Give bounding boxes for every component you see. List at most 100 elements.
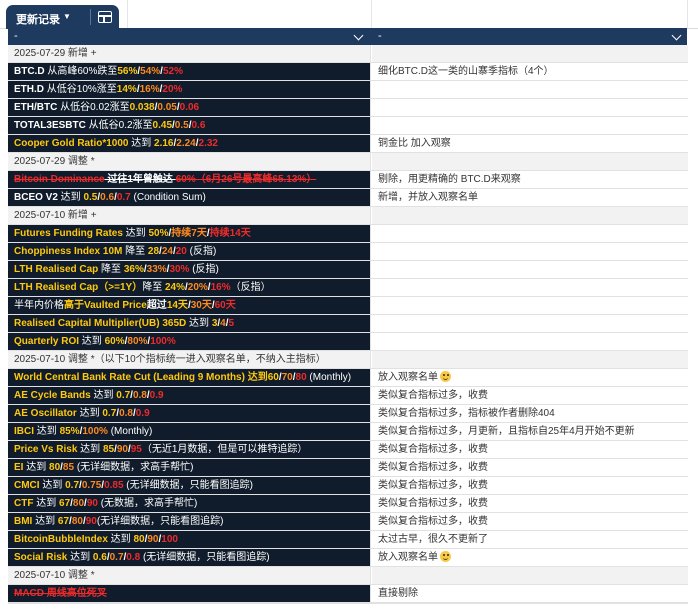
indicator-cell[interactable]: BTC.D 从高峰60%跌至56%/54%/52% [8,63,370,80]
indicator-cell[interactable]: Futures Funding Rates 达到 50%/持续7天/持续14天 [8,225,370,242]
indicator-cell[interactable]: ETH.D 从低谷10%涨至14%/16%/20% [8,81,370,98]
note-cell[interactable]: 类似复合指标过多，收费 [372,441,688,458]
note-cell[interactable]: 类似复合指标过多，指标被作者删除404 [372,405,688,422]
section-row[interactable]: 2025-07-10 新增 + [8,207,688,225]
indicator-cell[interactable]: 半年内价格高于Vaulted Price超过14天/30天/60天 [8,297,370,314]
indicator-cell[interactable]: TOTAL3ESBTC 从低谷0.2涨至0.45/0.5/0.6 [8,117,370,134]
note-cell[interactable] [372,261,688,278]
table-row[interactable]: Cooper Gold Ratio*1000 达到 2.16/2.24/2.32… [8,135,688,153]
filter-cell-col2[interactable]: - [372,28,688,45]
note-cell[interactable]: 类似复合指标过多，收费 [372,477,688,494]
indicator-cell[interactable]: Bitcoin Dominance 过往1年曾触达 60%（6月26号最高峰65… [8,171,370,188]
table-row[interactable]: BTC.D 从高峰60%跌至56%/54%/52% 细化BTC.D这一类的山寨季指… [8,63,688,81]
note-cell[interactable] [372,45,688,62]
note-cell[interactable] [372,117,688,134]
table-row[interactable]: Social Risk 达到 0.6/0.7/0.8 (无详细数据，只能看图追踪… [8,549,688,567]
note-cell[interactable]: 类似复合指标过多，收费 [372,459,688,476]
note-cell[interactable]: 类似复合指标过多，收费 [372,513,688,530]
note-cell[interactable]: 剔除，用更精确的 BTC.D来观察 [372,171,688,188]
table-icon[interactable] [98,11,112,23]
note-cell[interactable]: 直接剔除 [372,585,688,602]
indicator-cell[interactable]: LTH Realised Cap 降至 36%/33%/30% (反指) [8,261,370,278]
note-cell[interactable] [372,225,688,242]
note-cell[interactable] [372,567,688,584]
indicator-cell[interactable]: BitcoinBubbleIndex 达到 80/90/100 [8,531,370,548]
section-header-cell[interactable]: 2025-07-29 新增 + [8,45,370,62]
table-row[interactable]: CMCI 达到 0.7/0.75/0.85 (无详细数据，只能看图追踪) 类似复合… [8,477,688,495]
chevron-down-icon[interactable] [353,30,364,41]
note-cell[interactable]: 放入观察名单 [372,549,688,566]
caret-down-icon[interactable]: ▼ [63,12,71,21]
table-row[interactable]: BitcoinBubbleIndex 达到 80/90/100 太过古早，很久不更… [8,531,688,549]
indicator-cell[interactable]: Choppiness Index 10M 降至 28/24/20 (反指) [8,243,370,260]
indicator-cell[interactable]: LTH Realised Cap（>=1Y）降至 24%/20%/16%（反指） [8,279,370,296]
sheet-tab-update-log[interactable]: 更新记录 ▼ [6,5,119,29]
note-cell[interactable]: 新增，并放入观察名单 [372,189,688,206]
note-cell[interactable]: 类似复合指标过多，月更新，且指标自25年4月开始不更新 [372,423,688,440]
table-row[interactable]: ETH.D 从低谷10%涨至14%/16%/20% [8,81,688,99]
section-header-cell[interactable]: 2025-07-10 调整 * [8,567,370,584]
indicator-cell[interactable]: BMI 达到 67/80/90(无详细数据，只能看图追踪) [8,513,370,530]
table-row[interactable]: Futures Funding Rates 达到 50%/持续7天/持续14天 [8,225,688,243]
section-header-cell[interactable]: 2025-07-29 调整 * [8,153,370,170]
indicator-cell[interactable]: CTF 达到 67/80/90 (无数据，求高手帮忙) [8,495,370,512]
section-row[interactable]: 2025-07-29 新增 + [8,45,688,63]
note-cell[interactable] [372,81,688,98]
table-row[interactable]: EI 达到 80/85 (无详细数据，求高手帮忙) 类似复合指标过多，收费 [8,459,688,477]
indicator-cell[interactable]: MACD 周线高位死叉 [8,585,370,602]
indicator-cell[interactable]: ETH/BTC 从低谷0.02涨至0.038/0.05/0.06 [8,99,370,116]
table-row[interactable]: ETH/BTC 从低谷0.02涨至0.038/0.05/0.06 [8,99,688,117]
indicator-cell[interactable]: CMCI 达到 0.7/0.75/0.85 (无详细数据，只能看图追踪) [8,477,370,494]
table-row[interactable]: BCEO V2 达到 0.5/0.6/0.7 (Condition Sum) 新增… [8,189,688,207]
table-row[interactable]: Quarterly ROI 达到 60%/80%/100% [8,333,688,351]
indicator-cell[interactable]: EI 达到 80/85 (无详细数据，求高手帮忙) [8,459,370,476]
indicator-cell[interactable]: Social Risk 达到 0.6/0.7/0.8 (无详细数据，只能看图追踪… [8,549,370,566]
indicator-cell[interactable]: Cooper Gold Ratio*1000 达到 2.16/2.24/2.32 [8,135,370,152]
indicator-cell[interactable]: World Central Bank Rate Cut (Leading 9 M… [8,369,370,386]
note-cell[interactable] [372,207,688,224]
table-row[interactable]: CTF 达到 67/80/90 (无数据，求高手帮忙) 类似复合指标过多，收费 [8,495,688,513]
table-row[interactable]: AE Oscillator 达到 0.7/0.8/0.9 类似复合指标过多，指标被… [8,405,688,423]
note-cell[interactable] [372,243,688,260]
table-row[interactable]: Price Vs Risk 达到 85/90/95（无近1月数据，但是可以推特追… [8,441,688,459]
note-cell[interactable]: 细化BTC.D这一类的山寨季指标（4个） [372,63,688,80]
note-cell[interactable]: 铜金比 加入观察 [372,135,688,152]
note-cell[interactable]: 类似复合指标过多，收费 [372,387,688,404]
note-cell[interactable] [372,297,688,314]
table-row[interactable]: Bitcoin Dominance 过往1年曾触达 60%（6月26号最高峰65… [8,171,688,189]
table-row[interactable]: BMI 达到 67/80/90(无详细数据，只能看图追踪) 类似复合指标过多，收费 [8,513,688,531]
note-cell[interactable]: 类似复合指标过多，收费 [372,495,688,512]
section-header-cell[interactable]: 2025-07-10 新增 + [8,207,370,224]
table-row[interactable]: AE Cycle Bands 达到 0.7/0.8/0.9 类似复合指标过多，收费 [8,387,688,405]
filter-cell-col1[interactable]: - [8,28,370,45]
table-row[interactable]: LTH Realised Cap 降至 36%/33%/30% (反指) [8,261,688,279]
note-cell[interactable] [372,153,688,170]
table-row[interactable]: 半年内价格高于Vaulted Price超过14天/30天/60天 [8,297,688,315]
note-cell[interactable] [372,351,688,368]
section-row[interactable]: 2025-07-29 调整 * [8,153,688,171]
table-row[interactable]: TOTAL3ESBTC 从低谷0.2涨至0.45/0.5/0.6 [8,117,688,135]
table-row[interactable]: Realised Capital Multiplier(UB) 365D 达到 … [8,315,688,333]
table-row[interactable]: IBCI 达到 85%/100% (Monthly) 类似复合指标过多，月更新，且… [8,423,688,441]
table-row[interactable]: World Central Bank Rate Cut (Leading 9 M… [8,369,688,387]
indicator-cell[interactable]: AE Cycle Bands 达到 0.7/0.8/0.9 [8,387,370,404]
note-cell[interactable] [372,315,688,332]
indicator-cell[interactable]: Quarterly ROI 达到 60%/80%/100% [8,333,370,350]
section-header-cell[interactable]: 2025-07-10 调整 *（以下10个指标统一进入观察名单，不纳入主指标） [8,351,370,368]
note-cell[interactable] [372,279,688,296]
note-cell[interactable]: 太过古早，很久不更新了 [372,531,688,548]
indicator-cell[interactable]: BCEO V2 达到 0.5/0.6/0.7 (Condition Sum) [8,189,370,206]
table-row[interactable]: MACD 周线高位死叉 直接剔除 [8,585,688,603]
indicator-cell[interactable]: Realised Capital Multiplier(UB) 365D 达到 … [8,315,370,332]
table-row[interactable]: LTH Realised Cap（>=1Y）降至 24%/20%/16%（反指） [8,279,688,297]
indicator-cell[interactable]: AE Oscillator 达到 0.7/0.8/0.9 [8,405,370,422]
table-row[interactable]: Choppiness Index 10M 降至 28/24/20 (反指) [8,243,688,261]
indicator-cell[interactable]: IBCI 达到 85%/100% (Monthly) [8,423,370,440]
note-cell[interactable] [372,333,688,350]
note-cell[interactable] [372,99,688,116]
note-cell[interactable]: 放入观察名单 [372,369,688,386]
section-row[interactable]: 2025-07-10 调整 *（以下10个指标统一进入观察名单，不纳入主指标） [8,351,688,369]
chevron-down-icon[interactable] [671,30,682,41]
indicator-cell[interactable]: Price Vs Risk 达到 85/90/95（无近1月数据，但是可以推特追… [8,441,370,458]
section-row[interactable]: 2025-07-10 调整 * [8,567,688,585]
